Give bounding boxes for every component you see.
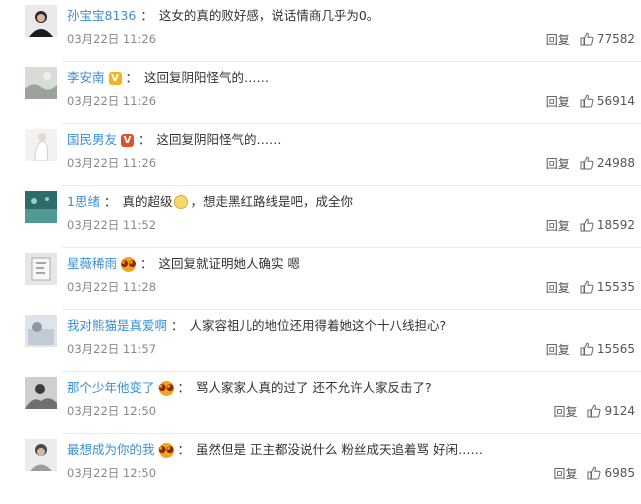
thumbs-up-icon[interactable] bbox=[580, 94, 594, 108]
timestamp: 03月22日 11:57 bbox=[67, 342, 157, 356]
reply-button[interactable]: 回复 bbox=[546, 155, 570, 172]
username[interactable]: 国民男友 bbox=[67, 130, 117, 150]
member-face-icon: ◕◕ bbox=[158, 380, 174, 396]
comment-item: 最想成为你的我 ◕◕ ： 虽然但是 正主都没说什么 粉丝成天追着骂 好闲…… 0… bbox=[0, 434, 641, 496]
reply-button[interactable]: 回复 bbox=[546, 93, 570, 110]
comment-text: 这女的真的败好感，说话情商几乎为0。 bbox=[158, 8, 380, 23]
timestamp: 03月22日 11:26 bbox=[67, 32, 157, 46]
member-face-icon: ◕◕ bbox=[158, 442, 174, 458]
colon: ： bbox=[171, 318, 184, 333]
timestamp: 03月22日 11:52 bbox=[67, 218, 157, 232]
comment-item: 星薇稀雨 ◕◕ ： 这回复就证明她人确实 嗯 03月22日 11:28 回复 1… bbox=[0, 248, 641, 310]
comment-text: 这回复阴阳怪气的…… bbox=[144, 70, 270, 85]
thumbs-up-icon[interactable] bbox=[587, 466, 601, 480]
avatar[interactable] bbox=[25, 5, 57, 37]
colon: ： bbox=[125, 70, 139, 85]
thumbs-up-icon[interactable] bbox=[580, 156, 594, 170]
comment-text-continued: ，想走黑红路线是吧，成全你 bbox=[190, 194, 353, 209]
username[interactable]: 最想成为你的我 bbox=[67, 440, 155, 460]
comment-item: 李安南 V ： 这回复阴阳怪气的…… 03月22日 11:26 回复 56914 bbox=[0, 62, 641, 124]
comment-text: 这回复就证明她人确实 嗯 bbox=[158, 256, 301, 271]
comment-text: 骂人家家人真的过了 还不允许人家反击了? bbox=[196, 380, 432, 395]
timestamp: 03月22日 12:50 bbox=[67, 404, 157, 418]
like-count: 9124 bbox=[604, 404, 635, 418]
like-count: 18592 bbox=[596, 218, 635, 232]
thumbs-up-icon[interactable] bbox=[587, 404, 601, 418]
comment-text: 真的超级 bbox=[122, 194, 173, 209]
like-count: 24988 bbox=[596, 156, 635, 170]
comment-item: 我对熊猫是真爱啊 ： 人家容祖儿的地位还用得着她这个十八线担心? 03月22日 … bbox=[0, 310, 641, 372]
avatar[interactable] bbox=[25, 439, 57, 471]
thumbs-up-icon[interactable] bbox=[580, 218, 594, 232]
colon: ： bbox=[138, 132, 151, 147]
comment-text: 人家容祖儿的地位还用得着她这个十八线担心? bbox=[189, 318, 447, 333]
timestamp: 03月22日 11:26 bbox=[67, 94, 157, 108]
avatar[interactable] bbox=[25, 377, 57, 409]
avatar[interactable] bbox=[25, 67, 57, 99]
reply-button[interactable]: 回复 bbox=[546, 341, 570, 358]
reply-button[interactable]: 回复 bbox=[546, 31, 570, 48]
colon: ： bbox=[140, 256, 153, 271]
username[interactable]: 李安南 bbox=[67, 68, 105, 88]
reply-button[interactable]: 回复 bbox=[553, 465, 577, 482]
reply-button[interactable]: 回复 bbox=[546, 279, 570, 296]
timestamp: 03月22日 11:28 bbox=[67, 280, 157, 294]
comment-list: 孙宝宝8136 ： 这女的真的败好感，说话情商几乎为0。 03月22日 11:2… bbox=[0, 0, 641, 504]
comment-item: 孙宝宝8136 ： 这女的真的败好感，说话情商几乎为0。 03月22日 11:2… bbox=[0, 0, 641, 62]
comment-item: 国民男友 V ： 这回复阴阳怪气的…… 03月22日 11:26 回复 2498… bbox=[0, 124, 641, 186]
comment-item: 1思绪 ： 真的超级 ，想走黑红路线是吧，成全你 03月22日 11:52 回复… bbox=[0, 186, 641, 248]
avatar[interactable] bbox=[25, 253, 57, 285]
like-count: 15565 bbox=[596, 342, 635, 356]
thumbs-up-icon[interactable] bbox=[580, 280, 594, 294]
username[interactable]: 那个少年他变了 bbox=[67, 378, 155, 398]
username[interactable]: 星薇稀雨 bbox=[67, 254, 117, 274]
username[interactable]: 1思绪 bbox=[67, 192, 100, 212]
comment-text: 这回复阴阳怪气的…… bbox=[156, 132, 282, 147]
timestamp: 03月22日 12:50 bbox=[67, 466, 157, 480]
colon: ： bbox=[177, 380, 191, 395]
colon: ： bbox=[103, 194, 117, 209]
member-face-icon: ◕◕ bbox=[121, 256, 136, 272]
avatar[interactable] bbox=[25, 129, 57, 161]
comment-item: 那个少年他变了 ◕◕ ： 骂人家家人真的过了 还不允许人家反击了? 03月22日… bbox=[0, 372, 641, 434]
like-count: 6985 bbox=[604, 466, 635, 480]
colon: ： bbox=[177, 442, 191, 457]
username[interactable]: 孙宝宝8136 bbox=[67, 6, 136, 26]
reply-button[interactable]: 回复 bbox=[553, 403, 577, 420]
thumbs-up-icon[interactable] bbox=[580, 342, 594, 356]
like-count: 15535 bbox=[596, 280, 635, 294]
timestamp: 03月22日 11:26 bbox=[67, 156, 157, 170]
smile-emoji-icon bbox=[174, 195, 189, 209]
avatar[interactable] bbox=[25, 191, 57, 223]
like-count: 77582 bbox=[596, 32, 635, 46]
username[interactable]: 我对熊猫是真爱啊 bbox=[67, 316, 167, 336]
comment-text: 虽然但是 正主都没说什么 粉丝成天追着骂 好闲…… bbox=[196, 442, 483, 457]
colon: ： bbox=[140, 8, 153, 23]
thumbs-up-icon[interactable] bbox=[580, 32, 594, 46]
reply-button[interactable]: 回复 bbox=[546, 217, 570, 234]
verified-v-icon: V bbox=[108, 71, 122, 85]
avatar[interactable] bbox=[25, 315, 57, 347]
verified-v-icon: V bbox=[121, 133, 135, 147]
like-count: 56914 bbox=[596, 94, 635, 108]
